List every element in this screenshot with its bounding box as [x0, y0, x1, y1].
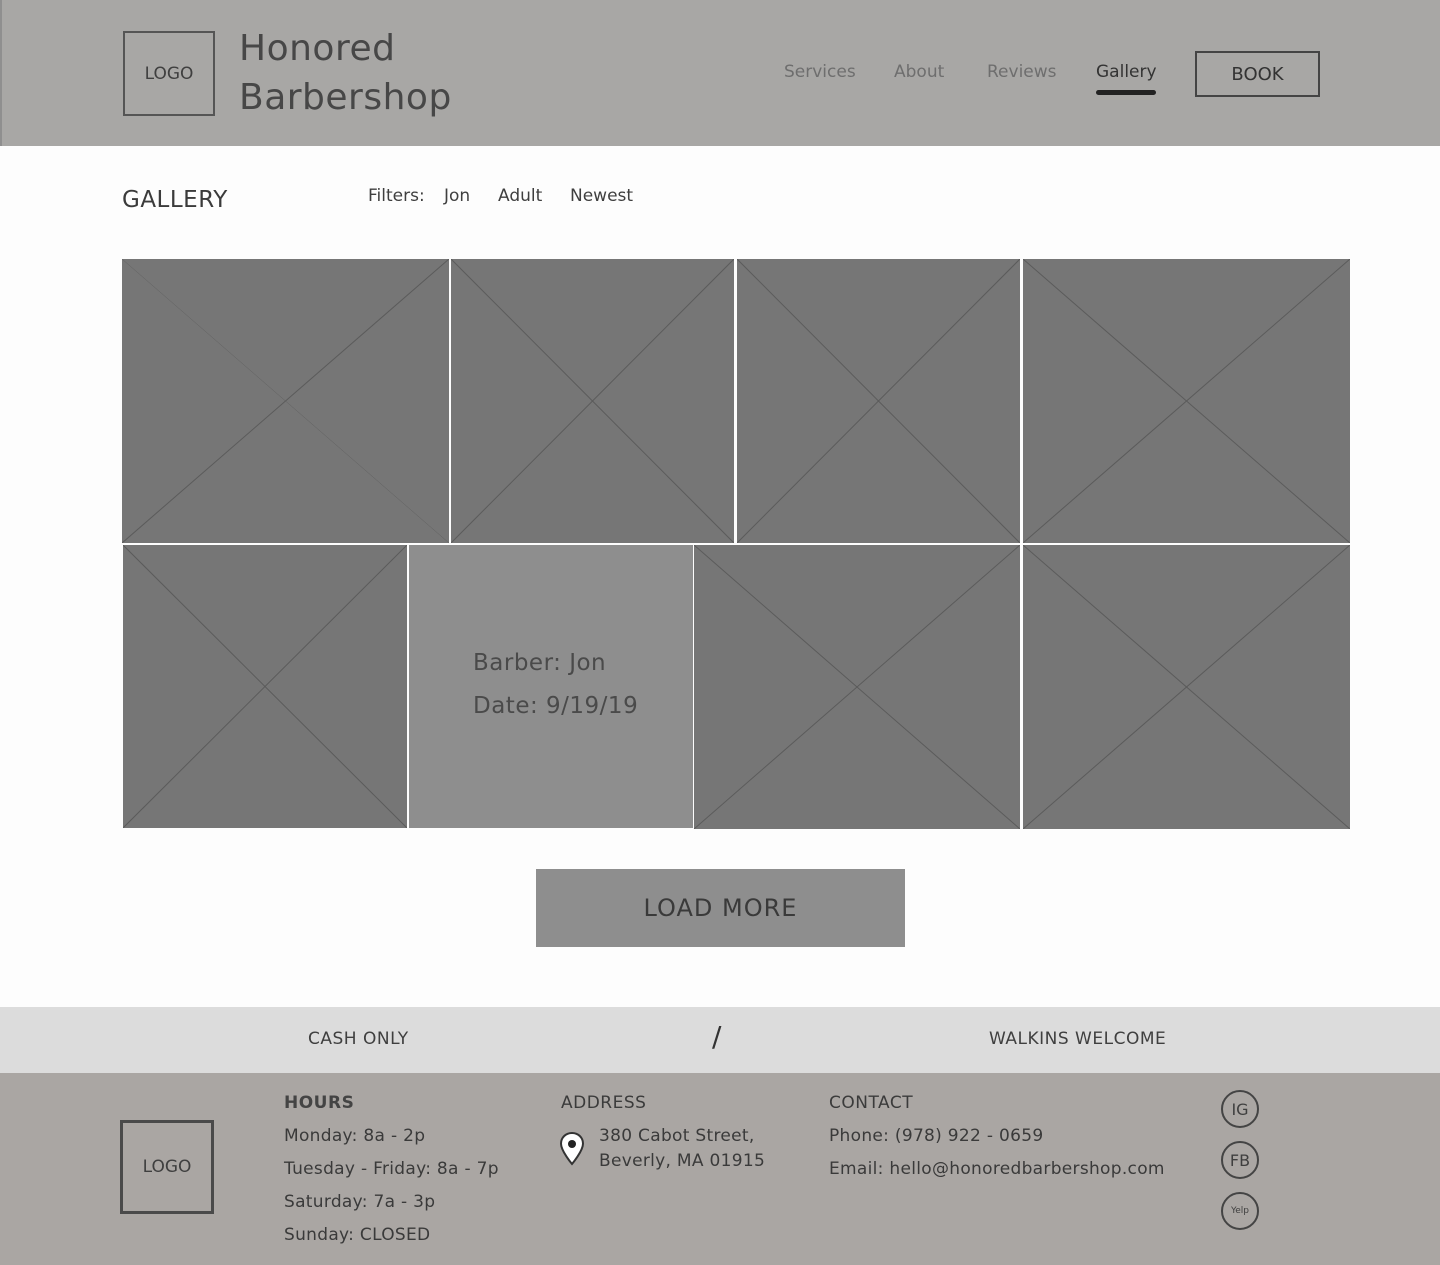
hours-line: Sunday: CLOSED [284, 1225, 431, 1245]
image-placeholder-icon [1023, 545, 1350, 829]
nav-services[interactable]: Services [784, 62, 856, 82]
nav-about[interactable]: About [894, 62, 944, 82]
hours-line: Tuesday - Friday: 8a - 7p [284, 1159, 499, 1179]
gallery-hover-card[interactable]: Barber: Jon Date: 9/19/19 [409, 545, 693, 828]
map-pin-icon [559, 1131, 585, 1166]
info-separator: / [712, 1020, 722, 1053]
address-line-1: 380 Cabot Street, [599, 1126, 755, 1146]
contact-title: CONTACT [829, 1093, 914, 1113]
yelp-icon[interactable]: Yelp [1221, 1192, 1259, 1230]
footer-logo[interactable]: LOGO [120, 1120, 214, 1214]
filter-jon[interactable]: Jon [444, 186, 470, 206]
hours-line: Saturday: 7a - 3p [284, 1192, 436, 1212]
facebook-icon[interactable]: FB [1221, 1141, 1259, 1179]
gallery-image-placeholder[interactable] [1023, 259, 1350, 543]
hours-line: Monday: 8a - 2p [284, 1126, 426, 1146]
walkins-notice: WALKINS WELCOME [989, 1029, 1167, 1049]
image-placeholder-icon [451, 259, 734, 543]
gallery-image-placeholder[interactable] [694, 545, 1020, 829]
site-footer: LOGO HOURS Monday: 8a - 2p Tuesday - Fri… [0, 1073, 1440, 1265]
hover-barber: Barber: Jon [473, 650, 607, 676]
site-header: LOGO Honored Barbershop Services About R… [0, 0, 1440, 146]
gallery-image-placeholder[interactable] [123, 545, 407, 828]
contact-phone[interactable]: Phone: (978) 922 - 0659 [829, 1126, 1043, 1146]
image-placeholder-icon [694, 545, 1020, 829]
brand-line-2: Barbershop [239, 77, 452, 118]
image-placeholder-icon [737, 259, 1020, 543]
brand-line-1: Honored [239, 28, 396, 69]
contact-email[interactable]: Email: hello@honoredbarbershop.com [829, 1159, 1165, 1179]
brand-name[interactable]: Honored Barbershop [239, 24, 452, 122]
filter-newest[interactable]: Newest [570, 186, 633, 206]
gallery-image-placeholder[interactable] [451, 259, 734, 543]
address-line-2: Beverly, MA 01915 [599, 1151, 766, 1171]
instagram-icon[interactable]: IG [1221, 1090, 1259, 1128]
address-title: ADDRESS [561, 1093, 647, 1113]
header-logo[interactable]: LOGO [123, 31, 215, 116]
filter-adult[interactable]: Adult [498, 186, 542, 206]
image-placeholder-icon [1023, 259, 1350, 543]
book-button[interactable]: BOOK [1195, 51, 1320, 97]
filters-label: Filters: [368, 186, 425, 206]
cash-only-notice: CASH ONLY [308, 1029, 409, 1049]
gallery-image-placeholder[interactable] [122, 259, 449, 543]
image-placeholder-icon [122, 259, 449, 543]
load-more-button[interactable]: LOAD MORE [536, 869, 905, 947]
gallery-image-placeholder[interactable] [737, 259, 1020, 543]
nav-gallery[interactable]: Gallery [1096, 62, 1157, 82]
image-placeholder-icon [123, 545, 407, 828]
page-title: GALLERY [122, 187, 228, 213]
hover-date: Date: 9/19/19 [473, 693, 639, 719]
nav-reviews[interactable]: Reviews [987, 62, 1057, 82]
hours-title: HOURS [284, 1093, 355, 1113]
active-nav-indicator [1096, 90, 1156, 95]
gallery-image-placeholder[interactable] [1023, 545, 1350, 829]
